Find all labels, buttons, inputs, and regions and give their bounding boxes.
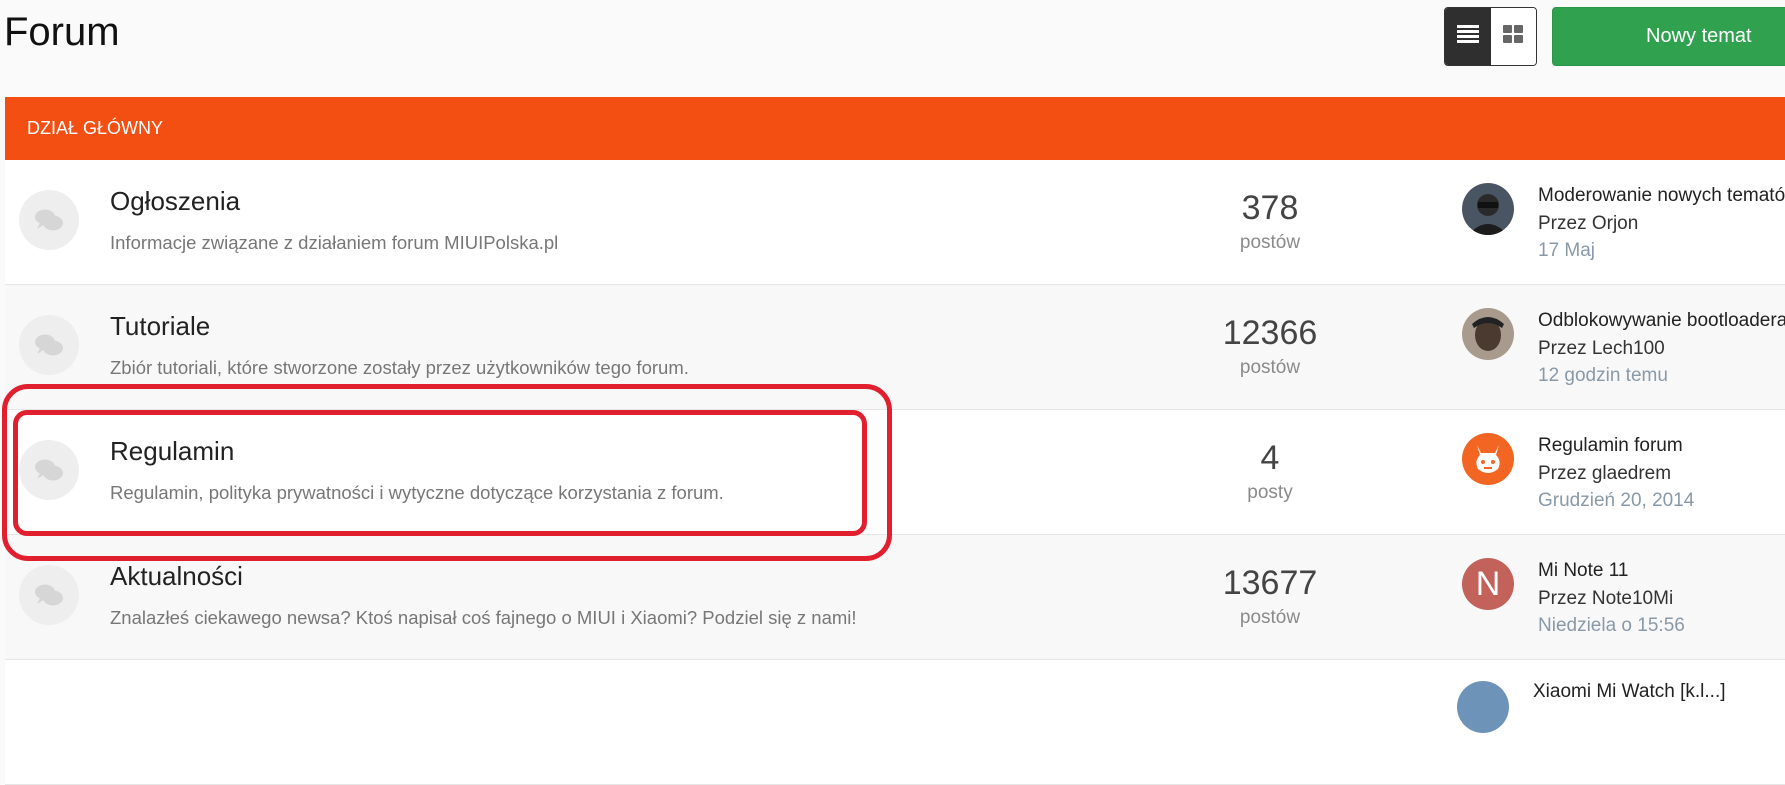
post-count-number: 378	[1241, 189, 1299, 227]
user-photo-avatar[interactable]	[1462, 308, 1514, 360]
forum-row	[5, 660, 1785, 785]
forum-title[interactable]: Tutoriale	[110, 311, 210, 342]
grid-view-button[interactable]	[1490, 8, 1536, 65]
post-count: 12366 postów	[1195, 313, 1345, 383]
post-count-label: postów	[1239, 357, 1301, 378]
avatar-letter: N	[1475, 564, 1501, 603]
last-post-date: Niedziela o 15:56	[1538, 615, 1685, 636]
post-count-label: posty	[1247, 482, 1293, 503]
category-header[interactable]: DZIAŁ GŁÓWNY	[5, 97, 1785, 160]
post-count: 4 posty	[1195, 438, 1345, 508]
post-count-number: 13677	[1222, 564, 1318, 602]
post-count: 378 postów	[1195, 188, 1345, 258]
view-toggle	[1444, 7, 1537, 66]
page-title: Forum	[4, 10, 120, 54]
forum-description: Zbiór tutoriali, które stworzone zostały…	[110, 357, 689, 378]
last-post-title[interactable]: Regulamin forum	[1538, 432, 1694, 460]
forum-description: Znalazłeś ciekawego newsa? Ktoś napisał …	[110, 607, 857, 628]
category-title: DZIAŁ GŁÓWNY	[27, 118, 164, 138]
user-photo-avatar[interactable]	[1457, 681, 1509, 733]
highlight-outline-inner	[13, 410, 867, 536]
last-post-date: 12 godzin temu	[1538, 365, 1668, 386]
last-post-date: 17 Maj	[1538, 240, 1596, 261]
forum-title[interactable]: Ogłoszenia	[110, 186, 240, 217]
last-post-author[interactable]: Przez Note10Mi	[1538, 585, 1685, 612]
post-count-label: postów	[1239, 607, 1301, 628]
last-post-title[interactable]: Mi Note 11	[1538, 557, 1685, 585]
last-post-date: Grudzień 20, 2014	[1538, 490, 1695, 511]
letter-avatar[interactable]: N	[1462, 558, 1514, 610]
last-post-author[interactable]: Przez Lech100	[1538, 335, 1785, 362]
comments-icon	[19, 190, 79, 250]
last-post: Odblokowywanie bootloadera Przez Lech100…	[1538, 307, 1785, 389]
list-view-button[interactable]	[1445, 8, 1491, 65]
mi-bunny-avatar[interactable]	[1462, 433, 1514, 485]
comments-icon	[19, 565, 79, 625]
last-post-title[interactable]: Odblokowywanie bootloadera	[1538, 307, 1785, 335]
comments-icon	[19, 315, 79, 375]
list-view-icon	[1456, 25, 1479, 48]
post-count-label: postów	[1239, 232, 1301, 253]
last-post: Regulamin forum Przez glaedrem Grudzień …	[1538, 432, 1694, 514]
last-post: Moderowanie nowych tematów Przez Orjon 1…	[1538, 182, 1785, 264]
post-count-number: 12366	[1222, 314, 1318, 352]
forum-description: Informacje związane z działaniem forum M…	[110, 232, 559, 253]
forum-title[interactable]: Aktualności	[110, 561, 243, 592]
user-photo-avatar[interactable]	[1462, 183, 1514, 235]
last-post-author[interactable]: Przez Orjon	[1538, 210, 1785, 237]
last-post-title[interactable]: Xiaomi Mi Watch [k.l...]	[1533, 681, 1726, 703]
post-count-number: 4	[1260, 439, 1280, 477]
last-post: Mi Note 11 Przez Note10Mi Niedziela o 15…	[1538, 557, 1685, 639]
new-topic-button[interactable]: Nowy temat	[1552, 7, 1785, 66]
last-post-title[interactable]: Moderowanie nowych tematów	[1538, 182, 1785, 210]
post-count: 13677 postów	[1195, 563, 1345, 633]
forum-row: Ogłoszenia Informacje związane z działan…	[5, 160, 1785, 285]
grid-view-icon	[1503, 25, 1524, 48]
last-post-author[interactable]: Przez glaedrem	[1538, 460, 1694, 487]
